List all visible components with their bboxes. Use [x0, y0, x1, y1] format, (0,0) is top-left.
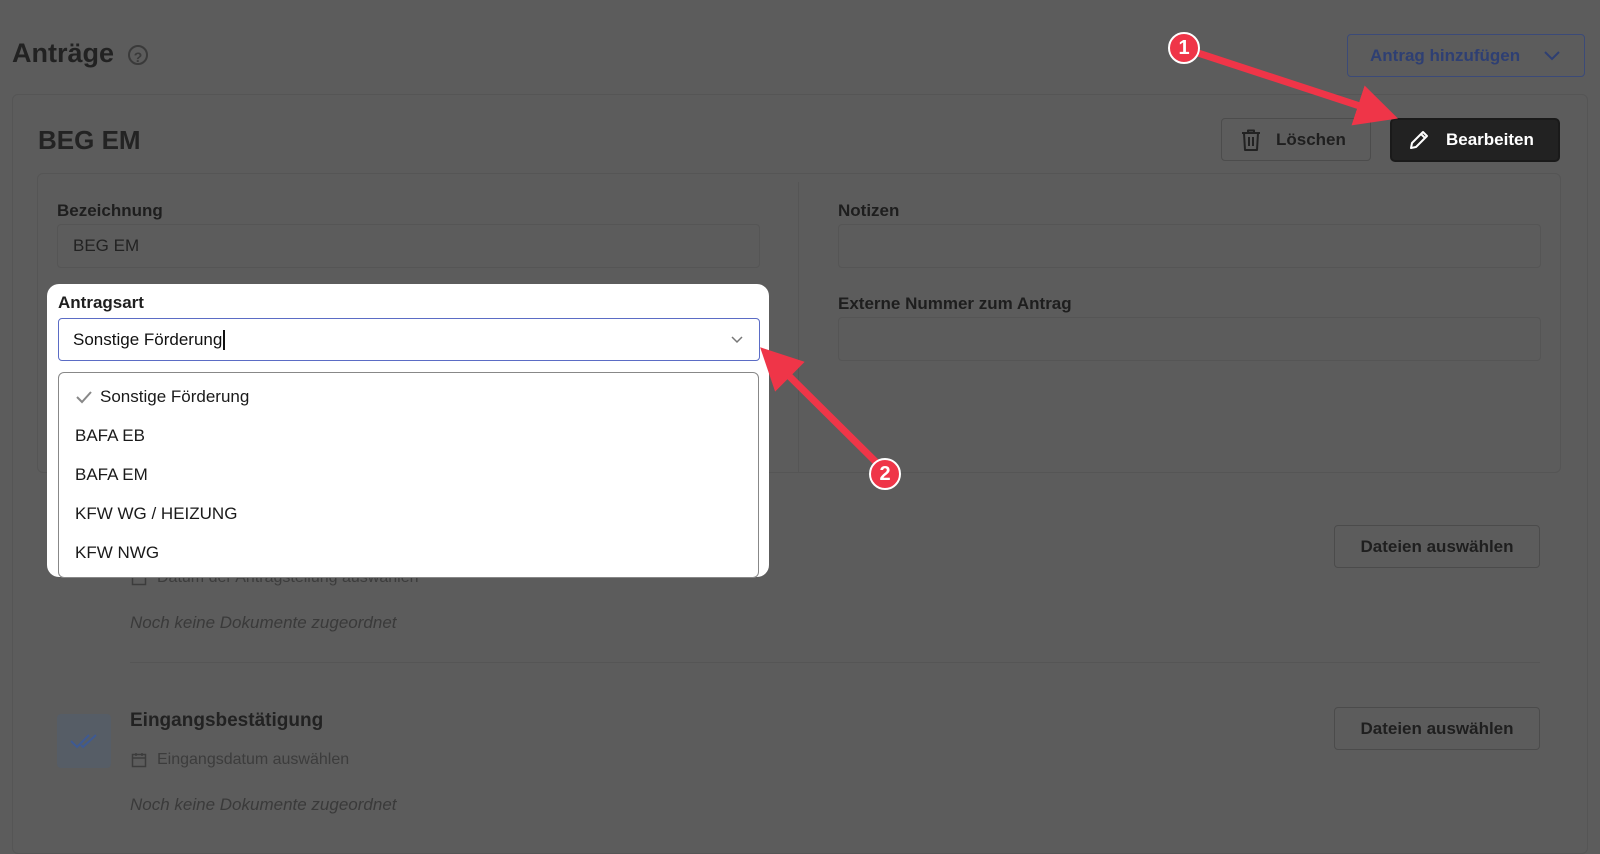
- arrow-2: [760, 347, 884, 470]
- annotation-badge-2: 2: [869, 458, 901, 490]
- arrow-1: [1191, 48, 1398, 126]
- annotation-badge-1: 1: [1168, 32, 1200, 64]
- annotation-arrows: [760, 48, 1398, 470]
